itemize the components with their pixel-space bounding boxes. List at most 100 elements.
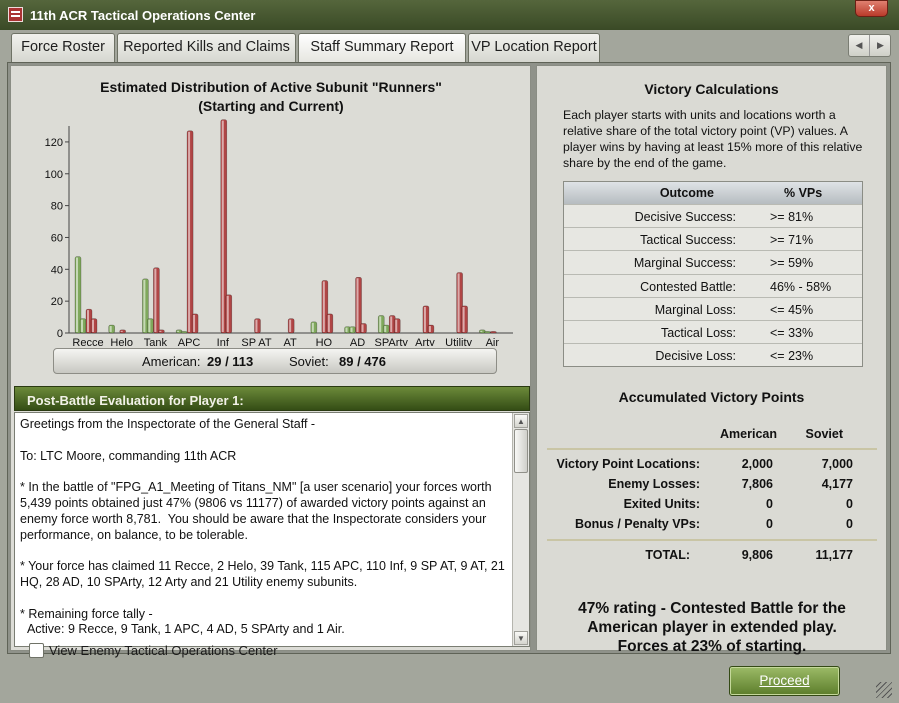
avp-row-label: Exited Units: [623,497,700,511]
soviet-current-bar-shine [193,314,196,332]
runners-bar-chart: 0 20 40 60 80 100 120 Recce Helo Tank APC Inf SP AT A… [45,119,513,346]
evaluation-textbox[interactable]: Greetings from the Inspectorate of the G… [14,412,530,647]
outcome-name: Decisive Loss: [655,349,736,364]
soviet-current-bar-shine [226,295,229,332]
tab-scroll-right-icon[interactable]: ▶ [870,35,891,56]
tab-force-roster[interactable]: Force Roster [11,33,115,62]
avp-soviet-value: 0 [846,497,853,511]
view-enemy-toc-checkbox[interactable] [29,643,44,658]
outcome-row: Contested Battle: 46% - 58% [564,273,862,297]
y-tick-label: 100 [45,169,63,181]
outcome-name: Marginal Loss: [654,302,736,317]
x-tick-label: AD [350,337,365,346]
soviet-current-bar-shine [395,319,398,332]
soviet-start-bar-shine [221,120,224,332]
resize-grip-icon[interactable] [876,682,892,698]
outcome-row: Decisive Success: >= 81% [564,204,862,227]
outcome-name: Decisive Success: [634,210,736,224]
american-current-bar-shine [81,319,83,332]
tab-reported-kills[interactable]: Reported Kills and Claims [117,33,296,62]
american-current-bar-shine [350,327,353,332]
avp-soviet-value: 0 [846,517,853,531]
x-tick-label: Helo [110,337,133,346]
outcome-row: Marginal Loss: <= 45% [564,296,862,320]
soviet-start-bar-shine [390,316,393,332]
outcome-name: Contested Battle: [640,279,736,294]
chart-title-line2: (Starting and Current) [198,98,344,114]
american-score-label: American: [142,354,201,369]
close-button[interactable]: x [855,0,888,17]
outcome-row: Marginal Success: >= 59% [564,250,862,273]
soviet-score-value: 89 / 476 [339,354,386,369]
outcome-vps: >= 59% [770,256,814,271]
american-start-bar-shine [345,327,348,332]
soviet-start-bar-shine [154,268,157,332]
x-tick-label: Inf [217,337,230,346]
avp-row: Exited Units: 0 0 [547,497,877,515]
x-tick-label: SP AT [241,337,271,346]
american-current-bar [484,331,491,334]
left-panel: Estimated Distribution of Active Subunit… [10,65,531,651]
main-frame: Force Roster Reported Kills and Claims S… [0,30,899,703]
outcome-vps: >= 81% [770,210,814,224]
title-bar: 11th ACR Tactical Operations Center x [0,0,899,30]
avp-soviet-value: 4,177 [821,477,853,491]
scroll-thumb[interactable] [514,429,528,473]
avp-row: Enemy Losses: 7,806 4,177 [547,477,877,495]
tab-scroll-control: ◀ ▶ [848,34,891,57]
soviet-current-bar-shine [327,314,330,332]
soviet-current-bar-shine [462,306,465,332]
outcome-vps: <= 23% [770,349,814,364]
chart-title-line1: Estimated Distribution of Active Subunit… [100,79,442,95]
american-current-bar [180,331,188,334]
tab-vp-location[interactable]: VP Location Report [468,33,600,62]
outcome-table: Outcome % VPs Decisive Success: >= 81% Ta… [563,181,863,368]
avp-total-american: 9,806 [741,548,773,562]
soviet-current-bar-shine [92,319,94,332]
avp-row-label: Bonus / Penalty VPs: [574,517,700,531]
american-start-bar-shine [480,330,483,332]
victory-calculations-description: Each player starts with units and locati… [563,108,863,170]
avp-american-value: 0 [766,497,773,511]
scroll-up-icon[interactable]: ▲ [514,414,528,428]
outcome-vps: <= 45% [770,302,814,317]
avp-total-soviet: 11,177 [815,548,853,562]
rating-line2: American player in extended play. [587,619,837,636]
vps-column-header: % VPs [784,186,823,200]
avp-header-row: American Soviet [547,427,877,445]
tab-staff-summary[interactable]: Staff Summary Report [298,33,466,63]
soviet-start-bar [254,318,261,334]
avp-total-row: TOTAL: 9,806 11,177 [547,548,877,566]
outcome-row: Decisive Loss: <= 23% [564,343,862,366]
american-start-bar-shine [109,326,112,332]
avp-divider [547,539,877,541]
x-tick-label: SPArty [375,337,409,346]
avp-american-header: American [720,427,777,441]
evaluation-header: Post-Battle Evaluation for Player 1: [14,386,530,411]
outcome-row: Tactical Success: >= 71% [564,227,862,250]
evaluation-scrollbar[interactable]: ▲ ▼ [512,413,529,646]
american-start-bar-shine [76,257,78,332]
x-tick-label: AT [284,337,298,346]
outcome-column-header: Outcome [659,186,714,200]
scroll-down-icon[interactable]: ▼ [514,631,528,645]
y-tick-label: 40 [51,264,63,276]
outcome-vps: <= 33% [770,325,814,340]
y-tick-label: 0 [57,328,63,340]
runners-score-bar: American: 29 / 113 Soviet: 89 / 476 [53,348,497,374]
avp-row-label: Enemy Losses: [608,477,700,491]
evaluation-text: Greetings from the Inspectorate of the G… [20,417,505,637]
soviet-current-bar-shine [361,324,364,332]
tab-scroll-left-icon[interactable]: ◀ [849,35,870,56]
view-enemy-toc-label[interactable]: View Enemy Tactical Operations Center [49,643,278,658]
outcome-name: Tactical Success: [640,233,736,248]
app-icon [8,7,23,22]
american-current-bar-shine [148,319,151,332]
american-current-bar-shine [384,326,387,332]
report-content: Estimated Distribution of Active Subunit… [7,62,891,655]
proceed-button[interactable]: Proceed [729,666,840,696]
battle-rating: 47% rating - Contested Battle for the Am… [547,599,877,656]
soviet-start-bar-shine [356,278,359,332]
chart-title: Estimated Distribution of Active Subunit… [61,78,481,116]
right-panel: Victory Calculations Each player starts … [536,65,887,655]
